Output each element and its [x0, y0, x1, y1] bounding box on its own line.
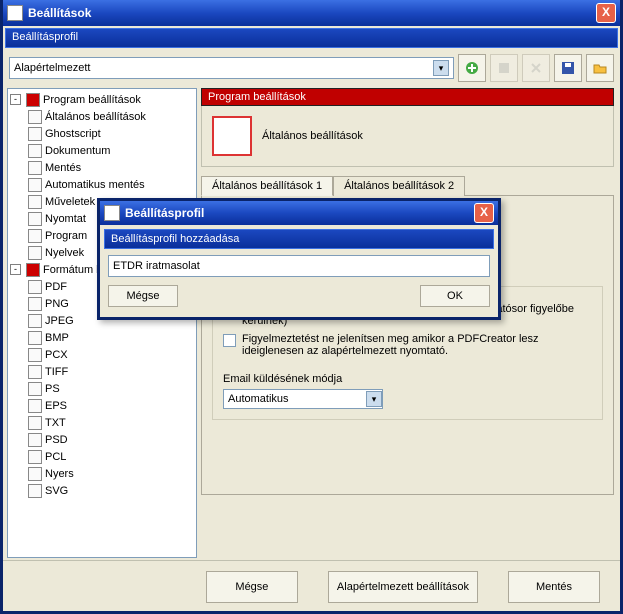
chevron-down-icon: ▾ [433, 60, 449, 76]
app-icon-small [28, 229, 42, 243]
dialog-button-bar: Mégse Alapértelmezett beállítások Mentés [3, 560, 620, 613]
section-header: Program beállítások [201, 88, 614, 106]
email-mode-row: Email küldésének módja Automatikus ▾ [223, 373, 592, 409]
tree-item-autosave[interactable]: Automatikus mentés [10, 176, 194, 193]
rename-profile-button [490, 54, 518, 82]
jpeg-icon [28, 314, 42, 328]
tree-item-pcx[interactable]: PCX [10, 346, 194, 363]
format-group-icon [26, 263, 40, 277]
tree-item-txt[interactable]: TXT [10, 414, 194, 431]
tiff-icon [28, 365, 42, 379]
add-profile-dialog: Beállításprofil X Beállításprofil hozzáa… [97, 198, 501, 320]
txt-icon [28, 416, 42, 430]
tab-strip: Általános beállítások 1 Általános beállí… [201, 175, 614, 195]
dialog-button-row: Mégse OK [108, 285, 490, 307]
open-folder-button[interactable] [586, 54, 614, 82]
tree-group-label: Program beállítások [43, 94, 141, 106]
window-close-button[interactable]: X [596, 3, 616, 23]
email-mode-value: Automatikus [224, 393, 366, 405]
floppy-icon [28, 161, 42, 175]
dialog-body: Mégse OK [100, 253, 498, 317]
tree-item-psd[interactable]: PSD [10, 431, 194, 448]
svg-icon [28, 484, 42, 498]
profile-select[interactable]: Alapértelmezett ▾ [9, 57, 454, 79]
bmp-icon [28, 331, 42, 345]
collapse-icon[interactable]: - [10, 94, 21, 105]
section-subtitle: Általános beállítások [262, 130, 363, 142]
settings-window: Beállítások X Beállításprofil Alapértelm… [0, 0, 623, 614]
app-icon [7, 5, 23, 21]
ps-icon [28, 382, 42, 396]
dialog-close-button[interactable]: X [474, 203, 494, 223]
pcx-icon [28, 348, 42, 362]
window-titlebar: Beállítások X [3, 0, 620, 26]
dialog-title: Beállításprofil [125, 206, 474, 220]
tree-item-tiff[interactable]: TIFF [10, 363, 194, 380]
raw-icon [28, 467, 42, 481]
email-mode-select[interactable]: Automatikus ▾ [223, 389, 383, 409]
png-icon [28, 297, 42, 311]
profile-name-input[interactable] [108, 255, 490, 277]
save-button[interactable]: Mentés [508, 571, 600, 603]
printer-icon [28, 212, 42, 226]
app-icon [104, 205, 120, 221]
no-warning-checkbox[interactable] [223, 334, 236, 347]
chevron-down-icon: ▾ [366, 391, 382, 407]
settings-tree[interactable]: - Program beállítások Általános beállítá… [7, 88, 197, 558]
section-description: Általános beállítások [201, 106, 614, 167]
tab-general-1[interactable]: Általános beállítások 1 [201, 176, 333, 196]
tree-item-general[interactable]: Általános beállítások [10, 108, 194, 125]
tree-item-raw[interactable]: Nyers [10, 465, 194, 482]
psd-icon [28, 433, 42, 447]
pcl-icon [28, 450, 42, 464]
cancel-button[interactable]: Mégse [206, 571, 298, 603]
pdf-large-icon [212, 116, 252, 156]
actions-icon [28, 195, 42, 209]
tree-item-ps[interactable]: PS [10, 380, 194, 397]
tree-item-document[interactable]: Dokumentum [10, 142, 194, 159]
no-warning-label: Figyelmeztetést ne jelenítsen meg amikor… [242, 333, 592, 357]
dialog-titlebar: Beállításprofil X [100, 201, 498, 225]
program-group-icon [26, 93, 40, 107]
tree-group-program[interactable]: - Program beállítások [10, 91, 194, 108]
document-icon [28, 144, 42, 158]
dialog-subtitle: Beállításprofil hozzáadása [104, 229, 494, 249]
profile-toolbar: Alapértelmezett ▾ [3, 50, 620, 86]
main-area: - Program beállítások Általános beállítá… [3, 86, 620, 560]
tree-item-ghostscript[interactable]: Ghostscript [10, 125, 194, 142]
dialog-cancel-button[interactable]: Mégse [108, 285, 178, 307]
collapse-icon[interactable]: - [10, 264, 21, 275]
window-title: Beállítások [28, 6, 596, 20]
profile-select-value: Alapértelmezett [14, 62, 90, 74]
save-profile-button[interactable] [554, 54, 582, 82]
profile-section-header: Beállításprofil [5, 28, 618, 48]
delete-profile-button [522, 54, 550, 82]
dialog-ok-button[interactable]: OK [420, 285, 490, 307]
tree-item-pcl[interactable]: PCL [10, 448, 194, 465]
settings-content: Program beállítások Általános beállításo… [201, 88, 614, 558]
auto-icon [28, 178, 42, 192]
eps-icon [28, 399, 42, 413]
flag-icon [28, 246, 42, 260]
defaults-button[interactable]: Alapértelmezett beállítások [328, 571, 478, 603]
pdf-icon [28, 280, 42, 294]
page-icon [28, 110, 42, 124]
email-mode-label: Email küldésének módja [223, 373, 592, 385]
add-profile-button[interactable] [458, 54, 486, 82]
ghost-icon [28, 127, 42, 141]
tree-item-eps[interactable]: EPS [10, 397, 194, 414]
tree-item-svg[interactable]: SVG [10, 482, 194, 499]
tree-item-save[interactable]: Mentés [10, 159, 194, 176]
tab-general-2[interactable]: Általános beállítások 2 [333, 176, 465, 196]
tree-item-bmp[interactable]: BMP [10, 329, 194, 346]
no-warning-row: Figyelmeztetést ne jelenítsen meg amikor… [223, 333, 592, 357]
